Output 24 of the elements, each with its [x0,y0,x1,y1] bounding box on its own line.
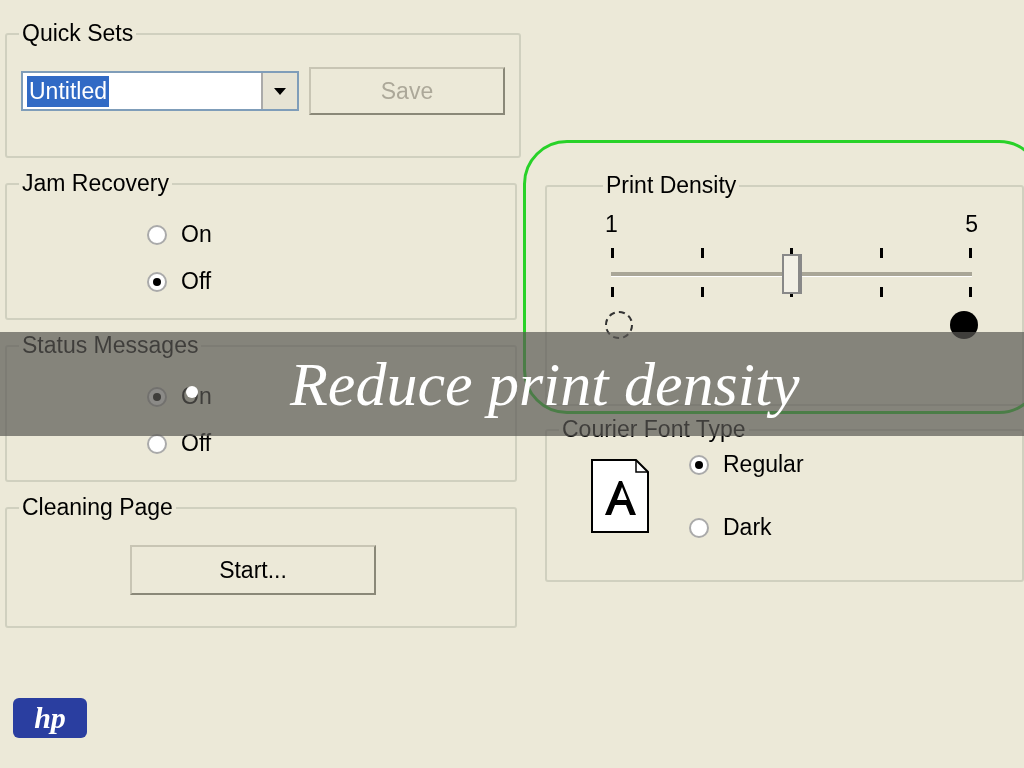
radio-button[interactable] [147,224,167,245]
group-title: Quick Sets [21,20,135,47]
option-label: Off [181,268,212,295]
radio-button[interactable] [689,517,709,538]
document-icon [591,459,649,533]
bullet-icon [186,386,198,398]
radio-button[interactable] [147,271,167,292]
start-button[interactable]: Start... [130,545,376,595]
scale-label: 5 [965,211,978,238]
option-label: Regular [723,451,804,478]
scale-label: 1 [605,211,618,238]
logo: hp [13,698,87,738]
group-title: Jam Recovery [21,170,170,197]
group-title: Print Density [605,172,738,199]
caption-text: Reduce print density [290,348,800,419]
radio-button[interactable] [689,454,709,475]
slider-thumb[interactable] [781,254,802,294]
option-label: On [181,221,212,248]
dropdown[interactable]: Untitled [21,71,299,111]
group-title: Cleaning Page [21,494,174,521]
option-label: Off [181,430,212,457]
option-label: Dark [723,514,772,541]
group-title: Status Messages [21,332,200,359]
group-title: Courier Font Type [562,416,746,443]
